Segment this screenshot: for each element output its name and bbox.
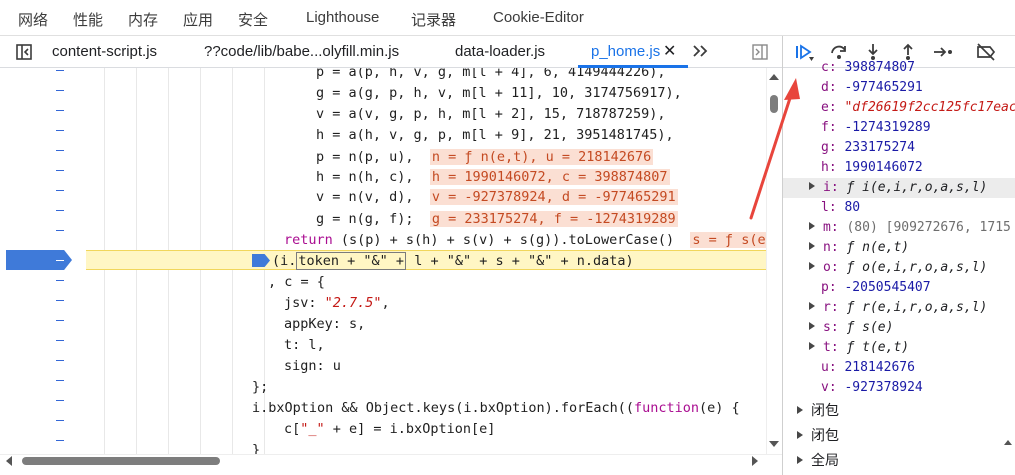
step-icon (934, 47, 952, 57)
code-line: appKey: s, (284, 316, 366, 332)
code-line: } (252, 442, 261, 454)
scope-variable-m[interactable]: m: (80) [909272676, 1715 (809, 218, 1011, 238)
code-line: p = n(p, u), n = ƒ n(e,t), u = 218142676 (316, 149, 654, 165)
inline-value: s = ƒ s(e) (690, 232, 766, 248)
scope-variable-f: f: -1274319289 (821, 120, 931, 135)
code-line: h = n(h, c), h = 1990146072, c = 3988748… (316, 169, 670, 185)
deactivate-breakpoints-icon (977, 43, 996, 61)
scope-variable-h: h: 1990146072 (821, 160, 923, 175)
devtools-window: 网络 性能 内存 应用 安全 Lighthouse 记录器 Cookie-Edi… (0, 0, 1015, 475)
scope-variable-s[interactable]: s: ƒ s(e) (809, 318, 893, 338)
code-line: p = a(p, h, v, g, m[l + 4], 6, 414944422… (316, 68, 666, 80)
scroll-up-icon[interactable] (769, 74, 779, 80)
code-line: g = a(g, p, h, v, m[l + 11], 10, 3174756… (316, 85, 682, 101)
scope-variable-r[interactable]: r: ƒ r(e,i,r,o,a,s,l) (809, 298, 987, 318)
tab-performance[interactable]: 性能 (73, 9, 103, 30)
scope-variable-u: u: 218142676 (821, 360, 915, 375)
source-file-tabs: content-script.js ??code/lib/babe...olyf… (0, 36, 782, 68)
inline-value: n = ƒ n(e,t), u = 218142676 (429, 149, 654, 165)
scope-section-closure[interactable]: 闭包 (797, 400, 839, 420)
scope-section-global[interactable]: 全局 (797, 450, 839, 470)
expand-icon[interactable] (809, 262, 815, 270)
close-tab-icon[interactable]: ✕ (663, 41, 676, 61)
tab-memory[interactable]: 内存 (128, 9, 158, 30)
expand-icon[interactable] (809, 222, 815, 230)
toggle-navigator-icon[interactable] (14, 42, 34, 62)
code-line: g = n(g, f); g = 233175274, f = -1274319… (316, 211, 678, 227)
resume-button[interactable] (791, 40, 817, 64)
scroll-left-icon[interactable] (6, 456, 12, 466)
code-line: v = a(v, g, p, h, m[l + 2], 15, 71878725… (316, 106, 666, 122)
tab-application[interactable]: 应用 (183, 9, 213, 30)
tab-recorder[interactable]: 记录器 (411, 9, 456, 30)
code-line-current: (i. token + "&" + l + "&" + s + "&" + n.d… (252, 251, 634, 271)
toggle-debugger-sidebar-icon[interactable] (750, 42, 770, 62)
file-tab-p-home[interactable]: p_home.js (591, 43, 660, 60)
inline-value: g = 233175274, f = -1274319289 (429, 211, 678, 227)
code-editor[interactable]: p = a(p, h, v, g, m[l + 4], 6, 414944422… (0, 68, 766, 454)
horizontal-scroll-thumb[interactable] (22, 457, 220, 465)
code-line: c["_" + e] = i.bxOption[e] (284, 421, 496, 437)
file-tab-content-script[interactable]: content-script.js (52, 43, 157, 60)
scope-variable-t[interactable]: t: ƒ t(e,t) (809, 338, 909, 358)
scope-variable-n[interactable]: n: ƒ n(e,t) (809, 238, 909, 258)
code-line: return (s(p) + s(h) + s(v) + s(g)).toLow… (284, 230, 766, 250)
scope-variable-l: l: 80 (821, 200, 861, 215)
tab-lighthouse[interactable]: Lighthouse (306, 9, 379, 26)
resume-icon (796, 44, 814, 61)
expand-icon[interactable] (809, 342, 815, 350)
vertical-scrollbar[interactable] (766, 68, 782, 454)
scroll-down-icon[interactable] (769, 441, 779, 447)
deactivate-breakpoints-button[interactable] (973, 40, 999, 64)
scope-variable-c: c: 398874807 (821, 60, 915, 75)
debugger-sidebar: c: 398874807 d: -977465291 e: "df26619f2cc… (782, 36, 1015, 475)
tab-cookie-editor[interactable]: Cookie-Editor (493, 9, 584, 26)
scope-variable-v: v: -927378924 (821, 380, 923, 395)
code-line: v = n(v, d), v = -927378924, d = -977465… (316, 189, 678, 205)
vertical-scroll-thumb[interactable] (770, 95, 778, 113)
expand-icon[interactable] (809, 302, 815, 310)
code-line: i.bxOption && Object.keys(i.bxOption).fo… (252, 400, 740, 416)
code-line: sign: u (284, 358, 341, 374)
scope-variable-d: d: -977465291 (821, 80, 923, 95)
scope-variable-e: e: "df26619f2cc125fc17eac (821, 100, 1015, 115)
sidebar-scroll-up-icon[interactable] (1004, 440, 1012, 445)
inline-value: h = 1990146072, c = 398874807 (429, 169, 670, 185)
devtools-panel-tabs: 网络 性能 内存 应用 安全 Lighthouse 记录器 Cookie-Edi… (0, 0, 1015, 36)
tab-network[interactable]: 网络 (18, 9, 48, 30)
code-line: , c = { (268, 274, 325, 290)
inline-value: v = -927378924, d = -977465291 (429, 189, 678, 205)
code-line: h = a(h, v, g, p, m[l + 9], 21, 39514817… (316, 127, 674, 143)
scope-variable-i[interactable]: i: ƒ i(e,i,r,o,a,s,l) (809, 178, 987, 198)
scope-variable-p: p: -2050545407 (821, 280, 931, 295)
file-tab-data-loader[interactable]: data-loader.js (455, 43, 545, 60)
step-into-marker-icon[interactable] (252, 254, 270, 267)
scope-variable-g: g: 233175274 (821, 140, 915, 155)
code-line: t: l, (284, 337, 325, 353)
scope-section-closure[interactable]: 闭包 (797, 425, 839, 445)
tab-security[interactable]: 安全 (238, 9, 268, 30)
expand-icon[interactable] (809, 322, 815, 330)
code-line: }; (252, 379, 269, 395)
more-tabs-icon[interactable] (690, 41, 710, 61)
code-line: jsv: "2.7.5", (284, 295, 390, 311)
scope-variable-o[interactable]: o: ƒ o(e,i,r,o,a,s,l) (809, 258, 987, 278)
scroll-right-icon[interactable] (752, 456, 758, 466)
step-button[interactable] (930, 40, 956, 64)
file-tab-babel-polyfill[interactable]: ??code/lib/babe...olyfill.min.js (204, 43, 399, 60)
expand-icon[interactable] (809, 182, 815, 190)
expand-icon[interactable] (809, 242, 815, 250)
